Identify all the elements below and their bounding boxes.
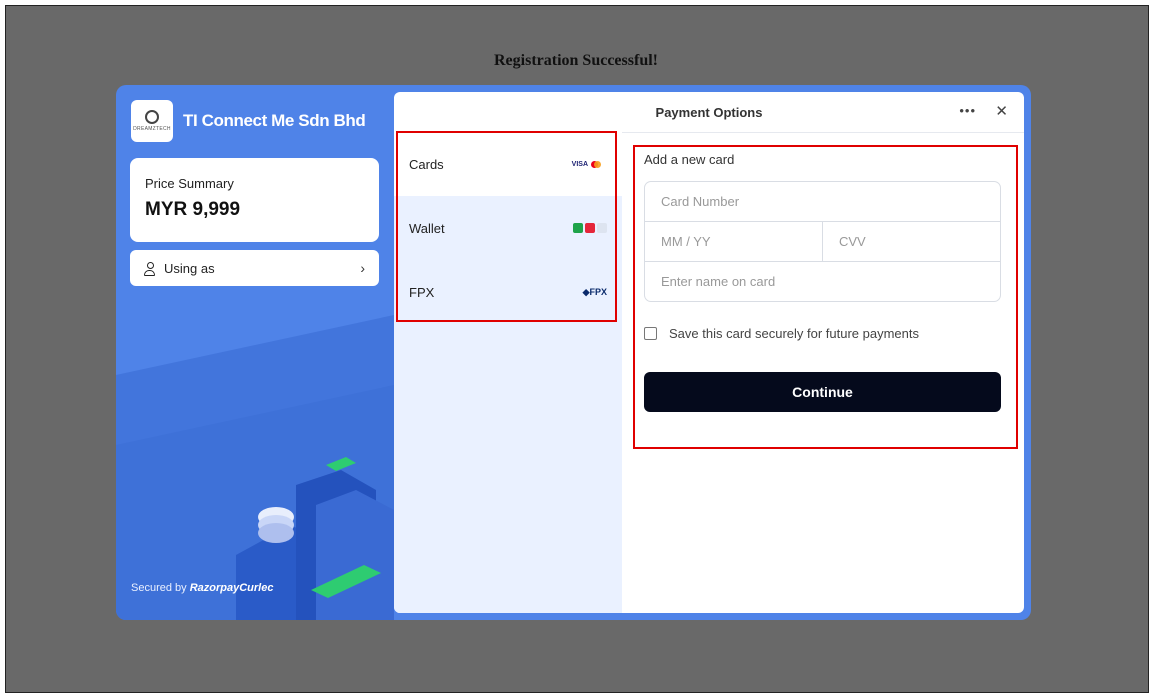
price-summary-card: Price Summary MYR 9,999 [130,158,379,242]
highlight-card-form [633,145,1018,449]
dreamztech-logo-icon [145,110,159,124]
merchant-logo: DREAMZTECH [131,100,173,142]
highlight-methods [396,131,617,322]
secured-by: Secured by RazorpayCurlec [131,582,273,594]
close-icon[interactable]: ✕ [995,102,1008,120]
logo-caption: DREAMZTECH [133,126,171,132]
merchant-panel: DREAMZTECH TI Connect Me Sdn Bhd Price S… [116,85,394,620]
chevron-right-icon: › [360,260,365,276]
secured-by-prefix: Secured by [131,582,187,594]
merchant-name: TI Connect Me Sdn Bhd [183,111,366,130]
merchant-brand: DREAMZTECH TI Connect Me Sdn Bhd [131,100,366,142]
user-icon [144,261,155,276]
razorpay-curlec-logo: RazorpayCurlec [189,582,274,594]
page-title: Registration Successful! [494,52,658,69]
payment-header: Payment Options ••• ✕ [394,92,1024,133]
using-as-label: Using as [164,260,215,276]
more-options-icon[interactable]: ••• [959,103,976,118]
price-summary-label: Price Summary [145,176,234,191]
price-amount: MYR 9,999 [145,199,241,220]
payment-title: Payment Options [655,105,763,120]
using-as-button[interactable]: Using as › [130,250,379,286]
